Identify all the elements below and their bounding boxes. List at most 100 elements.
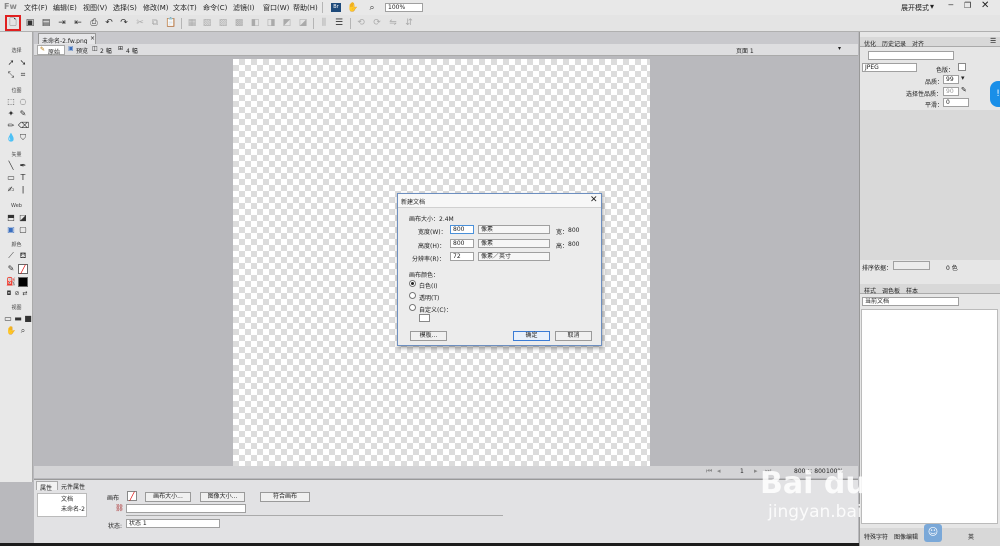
hand-tool-icon[interactable]: ✋ (347, 2, 359, 14)
menu-edit[interactable]: 编辑(E) (53, 3, 77, 13)
canvas-color-swatch[interactable]: ╱ (127, 491, 137, 501)
minimize-icon[interactable]: ‒ (948, 0, 954, 10)
tab-palette[interactable]: 调色板 (882, 286, 900, 295)
paint-bucket-icon[interactable]: ⛾ (18, 251, 28, 261)
rotate-cw-icon[interactable]: ⟳ (371, 17, 383, 29)
undo-icon[interactable]: ↶ (103, 17, 115, 29)
crop-tool-icon[interactable]: ⌗ (18, 70, 28, 80)
tab-close-icon[interactable]: × (90, 35, 95, 42)
view-2-up[interactable]: 2 幅 (100, 46, 112, 55)
height-input[interactable]: 800 (450, 239, 474, 248)
full-screen-menu-icon[interactable]: ▬ (13, 314, 23, 324)
print-icon[interactable]: ⎙ (88, 17, 100, 29)
line-tool-icon[interactable]: ╲ (6, 161, 16, 171)
width-input[interactable]: 800 (450, 225, 474, 234)
sort-select[interactable] (893, 261, 930, 270)
view-4-up[interactable]: 4 幅 (126, 46, 138, 55)
align-icon[interactable]: ⫼ (318, 17, 330, 29)
paste-icon[interactable]: 📋 (165, 17, 177, 29)
text-tool-icon[interactable]: T (18, 173, 28, 183)
tab-optimize[interactable]: 优化 (864, 39, 876, 48)
eraser-tool-icon[interactable]: ⌫ (18, 121, 29, 131)
cancel-button[interactable]: 取消 (555, 331, 592, 341)
redo-icon[interactable]: ↷ (118, 17, 130, 29)
save-icon[interactable]: ▣ (24, 17, 36, 29)
send-back-icon[interactable]: ◪ (297, 17, 309, 29)
side-float-icon[interactable]: ! (990, 81, 1000, 107)
bring-front-icon[interactable]: ◧ (249, 17, 261, 29)
width-unit-select[interactable]: 像素 (478, 225, 550, 234)
matte-swatch[interactable] (958, 63, 966, 71)
join-icon[interactable]: ▨ (217, 17, 229, 29)
align-menu-icon[interactable]: ☰ (333, 17, 345, 29)
tab-image-edit[interactable]: 图像编辑 (894, 532, 918, 541)
ime-language[interactable]: 英 (968, 532, 974, 541)
pencil-tool-icon[interactable]: ✏ (6, 121, 16, 131)
close-icon[interactable]: ✕ (981, 0, 989, 11)
subselect-tool-icon[interactable]: ➘ (18, 58, 28, 68)
preview-icon[interactable]: ▣ (68, 45, 74, 52)
eyedropper-icon[interactable]: ⟋ (6, 251, 16, 261)
quality-chevron-icon[interactable]: ▾ (961, 74, 965, 82)
state-select[interactable]: 状态 1 (126, 519, 220, 528)
next-frame-icon[interactable]: ▸ (754, 467, 758, 475)
brush-tool-icon[interactable]: ✎ (18, 109, 28, 119)
page-chevron-icon[interactable]: ▾ (838, 45, 841, 52)
workspace-switcher[interactable]: 展开模式 (901, 3, 929, 13)
ime-avatar-icon[interactable]: ☺ (924, 524, 942, 542)
template-button[interactable]: 模板... (410, 331, 447, 341)
zoom-select[interactable]: 100% (385, 3, 423, 12)
show-slices-icon[interactable]: ▢ (18, 225, 28, 235)
group-icon[interactable]: ▦ (186, 17, 198, 29)
hotspot-tool-icon[interactable]: ⬒ (6, 213, 16, 223)
tab-special-characters[interactable]: 特殊字符 (864, 532, 888, 541)
last-frame-icon[interactable]: ⏭ (765, 467, 771, 476)
fit-canvas-button[interactable]: 符合画布 (260, 492, 310, 502)
fill-color-icon[interactable]: ⛽ (6, 277, 16, 287)
blur-tool-icon[interactable]: 💧 (6, 133, 16, 143)
resolution-input[interactable]: 72 (450, 252, 474, 261)
prev-frame-icon[interactable]: ◂ (717, 467, 721, 475)
style-source-select[interactable]: 当前文档 (862, 297, 959, 306)
four-up-icon[interactable]: ⊞ (118, 45, 123, 52)
freeform-tool-icon[interactable]: ✍ (6, 185, 16, 195)
cut-icon[interactable]: ✂ (134, 17, 146, 29)
standard-screen-icon[interactable]: ▭ (3, 314, 13, 324)
send-backward-icon[interactable]: ◩ (281, 17, 293, 29)
menu-modify[interactable]: 修改(M) (143, 3, 169, 13)
menu-view[interactable]: 视图(V) (83, 3, 107, 13)
tab-properties[interactable]: 属性 (36, 481, 58, 492)
knife-tool-icon[interactable]: ǀ (18, 185, 28, 195)
format-select[interactable]: JPEG (862, 63, 917, 72)
open-icon[interactable]: ▤ (40, 17, 52, 29)
tab-history[interactable]: 历史记录 (882, 39, 906, 48)
flip-h-icon[interactable]: ⇋ (387, 17, 399, 29)
menu-help[interactable]: 帮助(H) (293, 3, 318, 13)
zoom-icon[interactable]: ⌕ (366, 2, 378, 14)
height-unit-select[interactable]: 像素 (478, 239, 550, 248)
rectangle-tool-icon[interactable]: ▭ (6, 173, 16, 183)
import-icon[interactable]: ⇥ (56, 17, 68, 29)
radio-transparent[interactable] (409, 292, 416, 299)
magic-wand-icon[interactable]: ✦ (6, 109, 16, 119)
copy-icon[interactable]: ⧉ (149, 17, 161, 29)
swap-colors-icon[interactable]: ⇄ (20, 289, 30, 299)
canvas-size-button[interactable]: 画布大小... (145, 492, 191, 502)
tab-symbol-properties[interactable]: 元件属性 (61, 482, 85, 491)
stroke-color-icon[interactable]: ✎ (6, 264, 16, 274)
ungroup-icon[interactable]: ▧ (201, 17, 213, 29)
custom-color-swatch[interactable] (419, 314, 430, 322)
export-icon[interactable]: ⇤ (72, 17, 84, 29)
styles-list[interactable] (861, 309, 998, 524)
dialog-close-icon[interactable]: ✕ (590, 195, 598, 205)
first-frame-icon[interactable]: ⏮ (706, 467, 712, 476)
restore-icon[interactable]: ❐ (964, 1, 971, 10)
fill-swatch[interactable] (18, 277, 28, 287)
marquee-tool-icon[interactable]: ⬚ (6, 97, 16, 107)
pointer-tool-icon[interactable]: ➚ (6, 58, 16, 68)
slice-tool-icon[interactable]: ◪ (18, 213, 28, 223)
smoothing-select[interactable]: 0 (943, 98, 969, 107)
panel-menu-icon[interactable]: ☰ (990, 37, 996, 45)
ok-button[interactable]: 确定 (513, 331, 550, 341)
view-original[interactable]: ✎ 原始 (37, 45, 65, 56)
